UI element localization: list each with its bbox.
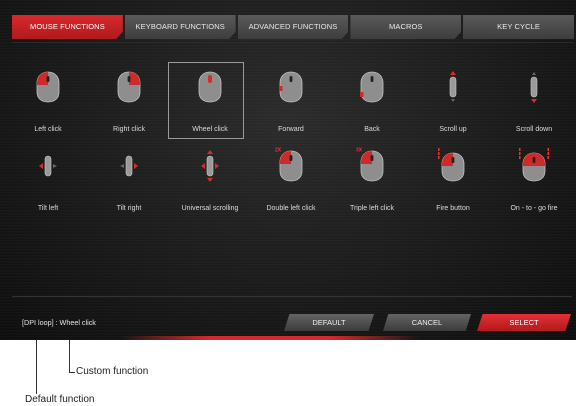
tab-bar: MOUSE FUNCTIONS KEYBOARD FUNCTIONS ADVAN… xyxy=(12,15,574,39)
function-label: Wheel click xyxy=(192,126,228,133)
scroll-down-icon xyxy=(530,72,538,103)
function-tilt-right[interactable]: Tilt right xyxy=(89,147,169,212)
tilt-right-icon xyxy=(120,155,138,177)
scroll-up-icon xyxy=(449,71,457,102)
tab-macros[interactable]: MACROS xyxy=(350,15,462,39)
custom-function-label: Custom function xyxy=(76,366,149,377)
default-function-label: Default function xyxy=(25,394,95,405)
fire-button-icon xyxy=(438,148,465,182)
function-tilt-left[interactable]: Tilt left xyxy=(8,147,88,212)
triple-click-badge: 3X xyxy=(356,148,363,154)
mouse-right-click-icon xyxy=(117,71,141,103)
function-scroll-down[interactable]: Scroll down xyxy=(494,68,574,133)
function-back[interactable]: Back xyxy=(332,68,412,133)
tab-divider xyxy=(12,42,574,43)
mouse-wheel-click-icon xyxy=(198,71,222,103)
function-grid-row-1: Left click Right click Wheel click Forwa… xyxy=(8,62,574,139)
custom-callout-line xyxy=(69,340,70,372)
status-divider xyxy=(12,296,572,297)
function-label: On - to - go fire xyxy=(510,205,558,212)
function-label: Double left click xyxy=(266,205,316,212)
function-grid-row-2: Tilt left Tilt right Universal scrolling xyxy=(8,147,574,213)
mouse-forward-icon xyxy=(279,71,303,103)
function-label: Tilt left xyxy=(37,205,59,212)
function-universal-scrolling[interactable]: Universal scrolling xyxy=(170,147,250,212)
default-callout-line xyxy=(36,340,37,394)
function-left-click[interactable]: Left click xyxy=(8,68,88,133)
universal-scrolling-icon xyxy=(201,150,219,182)
function-label: Forward xyxy=(278,126,304,133)
function-label: Tilt right xyxy=(116,205,142,212)
function-wheel-click[interactable]: Wheel click xyxy=(168,62,250,139)
accent-strip xyxy=(120,336,420,340)
function-fire-button[interactable]: Fire button xyxy=(413,147,493,212)
tab-mouse-functions[interactable]: MOUSE FUNCTIONS xyxy=(12,15,123,39)
triple-left-click-icon: 3X xyxy=(356,148,384,182)
mouse-function-panel: MOUSE FUNCTIONS KEYBOARD FUNCTIONS ADVAN… xyxy=(0,0,576,340)
tab-advanced-functions[interactable]: ADVANCED FUNCTIONS xyxy=(237,15,349,39)
tab-key-cycle[interactable]: KEY CYCLE xyxy=(463,15,574,39)
function-label: Universal scrolling xyxy=(181,205,239,212)
function-right-click[interactable]: Right click xyxy=(89,68,169,133)
double-click-badge: 2X xyxy=(275,148,282,154)
on-the-go-fire-icon xyxy=(519,148,549,182)
function-label: Right click xyxy=(113,126,145,133)
tilt-left-icon xyxy=(39,155,57,177)
mouse-back-icon xyxy=(360,71,384,103)
status-text: [DPI loop] : Wheel click xyxy=(22,318,96,327)
tab-keyboard-functions[interactable]: KEYBOARD FUNCTIONS xyxy=(124,15,236,39)
function-triple-left-click[interactable]: 3X Triple left click xyxy=(332,147,412,213)
custom-callout-leader xyxy=(69,372,75,373)
function-label: Fire button xyxy=(436,205,470,212)
function-label: Triple left click xyxy=(349,205,395,212)
function-forward[interactable]: Forward xyxy=(251,68,331,133)
function-label: Scroll up xyxy=(439,126,467,133)
cancel-button[interactable]: CANCEL xyxy=(383,314,471,331)
function-on-to-go-fire[interactable]: On - to - go fire xyxy=(494,147,574,212)
mouse-left-click-icon xyxy=(36,71,60,103)
double-left-click-icon: 2X xyxy=(275,148,303,182)
function-double-left-click[interactable]: 2X Double left click xyxy=(251,147,331,213)
default-button[interactable]: DEFAULT xyxy=(284,314,374,331)
function-label: Scroll down xyxy=(515,126,553,133)
function-scroll-up[interactable]: Scroll up xyxy=(413,68,493,133)
function-label: Back xyxy=(364,126,380,133)
select-button[interactable]: SELECT xyxy=(477,314,571,331)
function-label: Left click xyxy=(34,126,62,133)
